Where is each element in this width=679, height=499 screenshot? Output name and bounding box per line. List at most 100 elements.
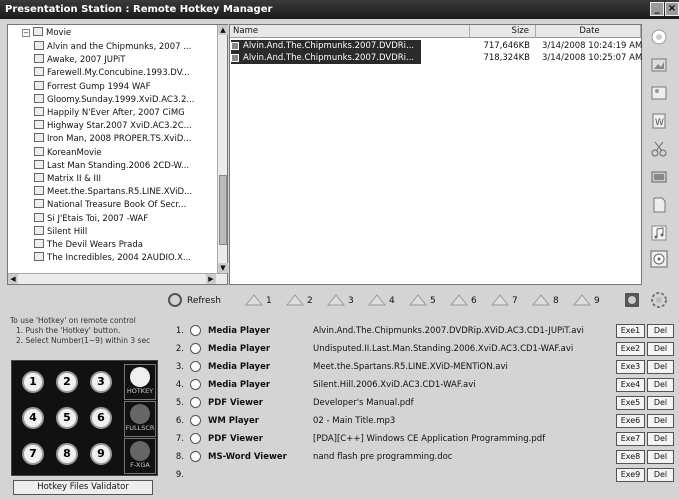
image-icon[interactable]: [650, 56, 668, 74]
refresh-icon[interactable]: [168, 293, 182, 307]
settings-icon[interactable]: [624, 292, 640, 308]
tree-item[interactable]: Forrest Gump 1994 WAF: [34, 80, 218, 94]
delete-button[interactable]: Del: [647, 378, 674, 392]
tree-item[interactable]: The Incredibles, 2004 2AUDIO.X...: [34, 252, 218, 265]
keypad-key[interactable]: 8: [56, 443, 78, 465]
hotkey-side-button[interactable]: HOTKEY: [124, 364, 156, 400]
keypad-key[interactable]: 6: [90, 407, 112, 429]
delete-button[interactable]: Del: [647, 342, 674, 356]
tree-item[interactable]: Last Man Standing.2006 2CD-W...: [34, 159, 218, 173]
scroll-up-arrow-icon[interactable]: ▲: [218, 25, 228, 35]
picture-icon[interactable]: [650, 84, 668, 102]
hotkey-slot-icon[interactable]: [531, 293, 551, 307]
hotkey-slot-number[interactable]: 8: [553, 296, 559, 306]
delete-button[interactable]: Del: [647, 468, 674, 482]
scroll-left-arrow-icon[interactable]: ◀: [8, 274, 18, 284]
tree-horizontal-scrollbar[interactable]: ◀ ▶: [8, 273, 227, 284]
hotkey-slot-icon[interactable]: [367, 293, 387, 307]
circle-icon[interactable]: [650, 28, 668, 46]
folder-icon: [34, 239, 44, 248]
minimize-button[interactable]: _: [650, 2, 664, 16]
fxga-side-button[interactable]: F-XGA: [124, 438, 156, 474]
tree-item[interactable]: Awake, 2007 JUPiT: [34, 54, 218, 67]
column-header-name[interactable]: Name: [230, 25, 470, 38]
fullscreen-side-button[interactable]: FULLSCR: [124, 401, 156, 437]
hotkey-slot-number[interactable]: 1: [266, 296, 272, 306]
word-doc-icon[interactable]: W: [650, 112, 668, 130]
tree-item[interactable]: KoreanMovie: [34, 146, 218, 160]
hotkey-slot-icon[interactable]: [408, 293, 428, 307]
exe-button[interactable]: Exe2: [616, 342, 645, 356]
delete-button[interactable]: Del: [647, 414, 674, 428]
exe-button[interactable]: Exe6: [616, 414, 645, 428]
hotkey-slot-icon[interactable]: [285, 293, 305, 307]
hotkey-slot-number[interactable]: 3: [348, 296, 354, 306]
scroll-thumb[interactable]: [219, 175, 227, 245]
document-icon[interactable]: [650, 196, 668, 214]
keypad-key[interactable]: 9: [90, 443, 112, 465]
hotkey-slot-number[interactable]: 2: [307, 296, 313, 306]
exe-button[interactable]: Exe5: [616, 396, 645, 410]
refresh-button[interactable]: Refresh: [187, 296, 221, 306]
hotkey-slot-icon[interactable]: [244, 293, 264, 307]
exe-button[interactable]: Exe8: [616, 450, 645, 464]
keypad-key[interactable]: 1: [22, 371, 44, 393]
delete-button[interactable]: Del: [647, 324, 674, 338]
close-button[interactable]: ×: [665, 2, 679, 16]
keypad-key[interactable]: 2: [56, 371, 78, 393]
tree-item[interactable]: Happily N'Ever After, 2007 CiMG: [34, 107, 218, 120]
tree-vertical-scrollbar[interactable]: ▲ ▼: [217, 25, 228, 273]
scroll-down-arrow-icon[interactable]: ▼: [218, 263, 228, 273]
keypad-key[interactable]: 7: [22, 443, 44, 465]
file-list[interactable]: Name Size Date Alvin.And.The.Chipmunks.2…: [229, 24, 642, 285]
slides-icon[interactable]: [650, 168, 668, 186]
exe-button[interactable]: Exe7: [616, 432, 645, 446]
hotkey-slot-number[interactable]: 6: [471, 296, 477, 306]
tree-item[interactable]: The Devil Wears Prada: [34, 239, 218, 252]
delete-button[interactable]: Del: [647, 432, 674, 446]
delete-button[interactable]: Del: [647, 450, 674, 464]
disc-icon[interactable]: [650, 250, 668, 268]
hotkey-slot-icon[interactable]: [572, 293, 592, 307]
gear-icon[interactable]: [650, 291, 668, 309]
hotkey-slot-number[interactable]: 4: [389, 296, 395, 306]
hotkey-slot-number[interactable]: 7: [512, 296, 518, 306]
hotkey-slot-icon[interactable]: [490, 293, 510, 307]
tree-item[interactable]: Si J'Etais Toi, 2007 -WAF: [34, 212, 218, 226]
tree-root-movie[interactable]: − Movie: [22, 27, 71, 40]
keypad-key[interactable]: 4: [22, 407, 44, 429]
tree-item[interactable]: Matrix II & III: [34, 173, 218, 186]
tree-item[interactable]: Highway Star.2007 XviD.AC3.2C...: [34, 120, 218, 133]
column-header-size[interactable]: Size: [470, 25, 536, 38]
file-row[interactable]: Alvin.And.The.Chipmunks.2007.DVDRi... 717…: [230, 40, 642, 52]
hotkey-toolbar: Refresh 1 2 3 4 5 6 7 8 9: [168, 292, 674, 310]
column-header-date[interactable]: Date: [536, 25, 641, 38]
hotkey-slot-number[interactable]: 5: [430, 296, 436, 306]
hotkey-row: 8. MS-Word Viewer nand flash pre programmi…: [170, 449, 675, 465]
hotkey-files-validator-button[interactable]: Hotkey Files Validator: [13, 480, 153, 495]
exe-button[interactable]: Exe9: [616, 468, 645, 482]
collapse-icon[interactable]: −: [22, 29, 30, 37]
hotkey-slot-icon[interactable]: [326, 293, 346, 307]
tree-item[interactable]: Iron Man, 2008 PROPER.TS.XviD...: [34, 133, 218, 146]
delete-button[interactable]: Del: [647, 360, 674, 374]
tree-item[interactable]: Farewell.My.Concubine.1993.DV...: [34, 67, 218, 80]
tree-item[interactable]: Gloomy.Sunday.1999.XviD.AC3.2...: [34, 93, 218, 107]
scroll-right-arrow-icon[interactable]: ▶: [206, 274, 216, 284]
exe-button[interactable]: Exe3: [616, 360, 645, 374]
tree-item[interactable]: Silent Hill: [34, 225, 218, 239]
scissors-icon[interactable]: [650, 140, 668, 158]
tree-item[interactable]: Meet.the.Spartans.R5.LINE.XViD...: [34, 186, 218, 199]
tree-item[interactable]: Alvin and the Chipmunks, 2007 ...: [34, 41, 218, 54]
hotkey-slot-number[interactable]: 9: [594, 296, 600, 306]
keypad-key[interactable]: 5: [56, 407, 78, 429]
exe-button[interactable]: Exe4: [616, 378, 645, 392]
hotkey-slot-icon[interactable]: [449, 293, 469, 307]
delete-button[interactable]: Del: [647, 396, 674, 410]
file-row[interactable]: Alvin.And.The.Chipmunks.2007.DVDRi... 718…: [230, 52, 642, 64]
tree-item[interactable]: National Treasure Book Of Secr...: [34, 199, 218, 212]
keypad-key[interactable]: 3: [90, 371, 112, 393]
folder-tree[interactable]: − Movie Alvin and the Chipmunks, 2007 ...…: [7, 24, 228, 285]
music-note-icon[interactable]: [650, 224, 668, 242]
exe-button[interactable]: Exe1: [616, 324, 645, 338]
